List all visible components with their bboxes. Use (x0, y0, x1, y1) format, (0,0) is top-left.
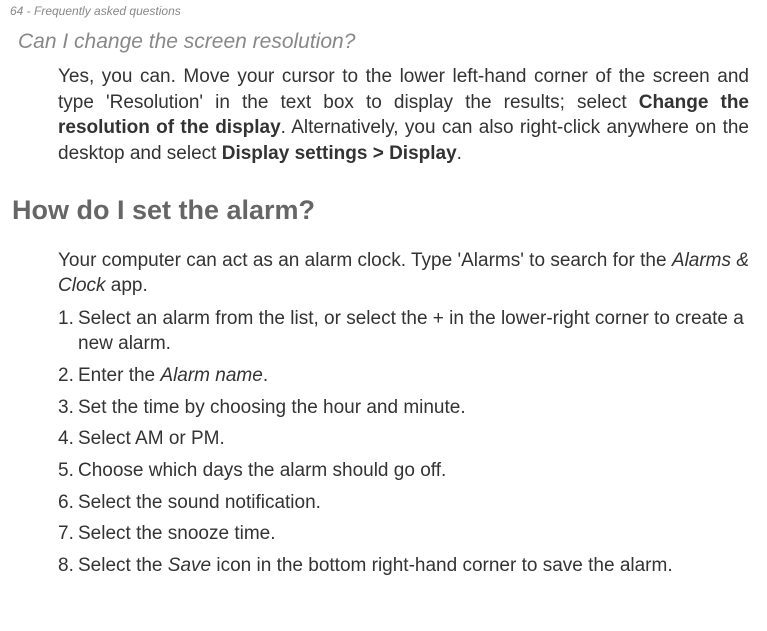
step-2a: Enter the (78, 365, 160, 386)
page-header: 64 - Frequently asked questions (0, 0, 767, 26)
step-8: Select the Save icon in the bottom right… (58, 550, 749, 582)
q1-answer-bold2: Display settings > Display (222, 143, 457, 164)
q1-answer: Yes, you can. Move your cursor to the lo… (0, 60, 767, 177)
step-4: Select AM or PM. (58, 423, 749, 455)
q2-heading: How do I set the alarm? (0, 177, 767, 238)
step-8c: icon in the bottom right-hand corner to … (211, 555, 673, 576)
step-2: Enter the Alarm name. (58, 360, 749, 392)
step-8b: Save (168, 555, 211, 576)
q2-intro-part2: app. (106, 275, 148, 296)
steps-list: Select an alarm from the list, or select… (0, 303, 767, 590)
q1-answer-part3: . (457, 143, 462, 164)
step-1: Select an alarm from the list, or select… (58, 303, 749, 360)
step-6: Select the sound notification. (58, 487, 749, 519)
step-2c: . (263, 365, 268, 386)
q2-intro: Your computer can act as an alarm clock.… (0, 238, 767, 303)
step-5: Choose which days the alarm should go of… (58, 455, 749, 487)
q1-heading: Can I change the screen resolution? (0, 26, 767, 60)
step-2b: Alarm name (160, 365, 262, 386)
step-8a: Select the (78, 555, 168, 576)
q2-intro-part1: Your computer can act as an alarm clock.… (58, 250, 672, 271)
step-7: Select the snooze time. (58, 518, 749, 550)
step-3: Set the time by choosing the hour and mi… (58, 392, 749, 424)
